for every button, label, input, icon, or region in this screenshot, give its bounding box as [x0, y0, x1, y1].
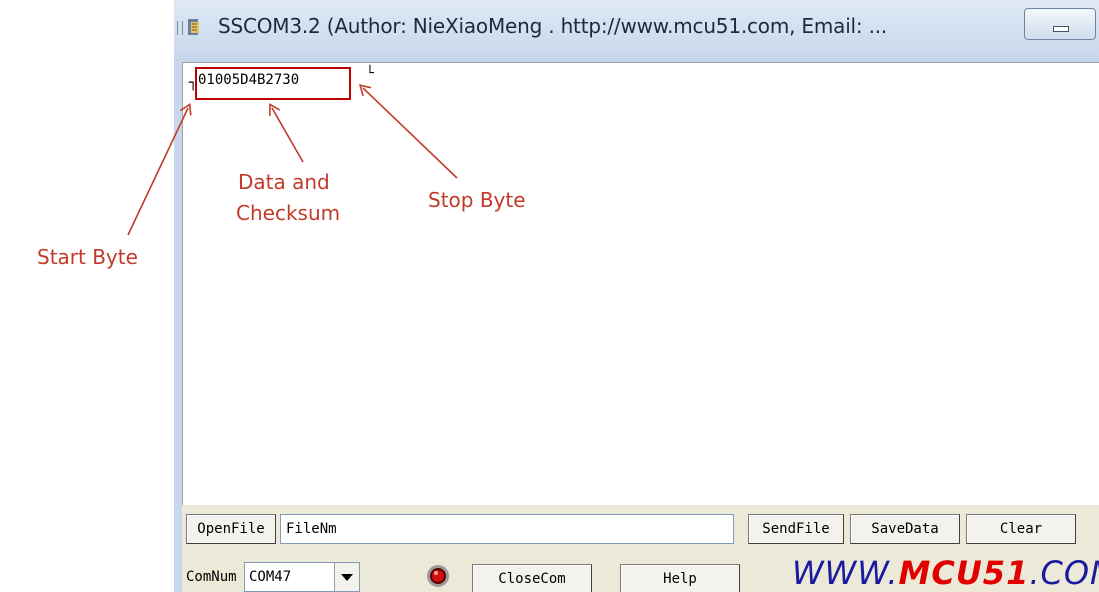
com-port-select[interactable]: COM47	[244, 562, 360, 592]
save-data-button[interactable]: SaveData	[850, 514, 960, 544]
stop-byte-annotation: Stop Byte	[428, 188, 526, 212]
com-num-label: ComNum	[186, 569, 237, 585]
help-button[interactable]: Help	[620, 564, 740, 592]
data-highlight-box	[195, 67, 351, 100]
close-com-button[interactable]: CloseCom	[472, 564, 592, 592]
stop-byte-char: └	[366, 66, 374, 81]
com-port-value: COM47	[249, 569, 292, 585]
send-file-button[interactable]: SendFile	[748, 514, 844, 544]
minimize-icon	[1053, 26, 1069, 32]
open-file-button[interactable]: OpenFile	[186, 514, 276, 544]
mcu51-logo: WWW.MCU51.COM	[792, 554, 1099, 592]
data-annotation-line2: Checksum	[236, 201, 341, 225]
file-row: OpenFile FileNm SendFile SaveData Clear	[182, 514, 1099, 548]
receive-text-area[interactable]: ┐ 01005D4B2730 └	[182, 62, 1099, 505]
window-edge-grip	[177, 21, 183, 35]
title-bar[interactable]: SSCOM3.2 (Author: NieXiaoMeng . http://w…	[174, 0, 1099, 62]
app-icon	[188, 19, 199, 35]
client-area: ┐ 01005D4B2730 └ OpenFile FileNm SendFil…	[182, 62, 1099, 592]
clear-button[interactable]: Clear	[966, 514, 1076, 544]
data-annotation-line1: Data and	[238, 170, 330, 194]
logo-mid: MCU51	[898, 554, 1030, 592]
window-title: SSCOM3.2 (Author: NieXiaoMeng . http://w…	[218, 14, 888, 38]
minimize-button[interactable]	[1024, 8, 1096, 40]
dropdown-arrow-icon[interactable]	[334, 563, 359, 591]
logo-left: WWW.	[792, 554, 899, 592]
file-name-field[interactable]: FileNm	[280, 514, 734, 544]
port-status-led-icon	[427, 565, 449, 587]
logo-right: .COM	[1029, 554, 1099, 592]
start-byte-annotation: Start Byte	[37, 245, 138, 269]
port-row: ComNum COM47 CloseCom Help WWW.MCU51.COM	[182, 554, 1099, 592]
